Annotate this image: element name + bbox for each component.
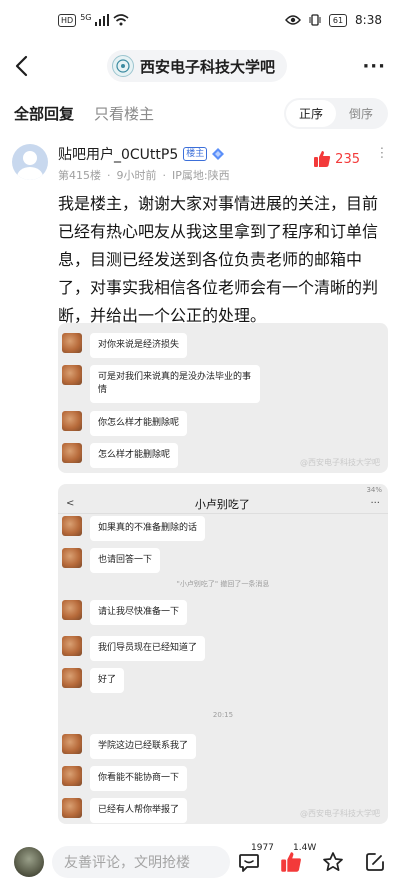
chat-avatar [62,636,82,656]
floor-number: 第415楼 [58,169,101,182]
thumbs-up-icon [281,852,301,872]
reply-filter-bar: 全部回复 只看楼主 正序 倒序 [0,92,400,134]
eye-icon [284,15,301,25]
comment-button[interactable]: 1977 [236,843,274,875]
tab-all-replies[interactable]: 全部回复 [14,103,74,124]
username[interactable]: 贴吧用户_0CUttP5 [58,144,178,164]
watermark: @西安电子科技大学吧 [300,458,380,467]
inner-battery: 34% [366,486,382,494]
post-content: 我是楼主，谢谢大家对事情进展的关注，目前已经有热心吧友从我这里拿到了程序和订单信… [58,194,379,325]
chat-message: 我们导员现在已经知道了 [90,636,206,661]
my-avatar[interactable] [14,847,44,877]
time-divider: 20:15 [212,711,234,719]
status-right: 61 8:38 [284,13,382,27]
chat-message: 也请回答一下 [90,548,161,573]
wifi-icon [113,14,130,26]
favorite-button[interactable] [320,849,346,875]
chat-message: 你看能不能协商一下 [90,766,188,791]
chat-avatar [62,411,82,431]
back-button[interactable] [14,54,38,78]
comment-icon [239,854,259,872]
post-header: 贴吧用户_0CUttP5 楼主 第415楼 · 9小时前 · IP属地:陕西 235 ·… [0,134,400,184]
chat-message: 你怎么样才能删除呢 [90,411,188,436]
forum-logo-icon [111,55,134,77]
like-count: 1.4W [293,843,317,853]
chat-message: 请让我尽快准备一下 [90,600,188,625]
chat-avatar [62,734,82,754]
hd-badge: HD [58,13,77,27]
forum-pill[interactable]: 西安电子科技大学吧 [106,50,287,82]
status-bar: HD 5G 61 8:38 [0,0,400,40]
chat-message: 学院这边已经联系我了 [90,734,197,759]
op-badge: 楼主 [183,147,208,161]
inner-chat-header: < 小卢别吃了 ··· [58,494,388,514]
avatar[interactable] [12,144,48,180]
order-asc-button[interactable]: 正序 [285,99,336,127]
chat-avatar [62,668,82,688]
status-left: HD 5G [58,12,130,27]
like-button[interactable]: 1.4W [278,843,316,875]
inner-status-bar: 34% [58,484,388,494]
chat-avatar [62,516,82,536]
inner-back-icon: < [66,498,75,509]
battery-indicator: 61 [328,13,348,27]
chat-avatar [62,443,82,463]
forum-name: 西安电子科技大学吧 [139,57,275,76]
comment-input[interactable]: 友善评论，文明抢楼 [52,846,230,878]
status-time: 8:38 [355,13,382,27]
level-diamond-icon [212,148,225,160]
chat-message: 怎么样才能删除呢 [90,443,179,468]
post-like-count: 235 [335,151,360,167]
inner-more-icon: ··· [370,498,380,509]
chat-avatar [62,600,82,620]
share-button[interactable] [362,849,388,875]
chat-message: 好了 [90,668,125,693]
top-nav: 西安电子科技大学吧 ··· [0,40,400,92]
order-desc-button[interactable]: 倒序 [336,100,386,127]
edit-icon [366,853,384,871]
vibrate-icon [309,14,321,26]
network-label: 5G [80,12,92,22]
recall-notice: "小卢别吃了" 撤回了一条消息 [176,580,270,588]
more-button[interactable]: ··· [356,56,386,77]
chat-avatar [62,766,82,786]
tab-only-op[interactable]: 只看楼主 [94,103,154,124]
chat-message: 已经有人帮你举报了 [90,798,188,823]
chat-avatar [62,365,82,385]
ip-location: IP属地:陕西 [172,169,230,182]
comment-count: 1977 [251,843,274,853]
post-options-icon[interactable]: ··· [373,146,389,159]
inner-chat-title: 小卢别吃了 [194,497,250,511]
watermark: @西安电子科技大学吧 [300,809,380,818]
chat-message: 可是对我们来说真的是没办法毕业的事情 [90,365,260,403]
post-like-button[interactable]: 235 [313,150,360,168]
bottom-action-bar: 友善评论，文明抢楼 1977 1.4W [0,836,400,888]
chat-screenshot-1[interactable]: 对你来说是经济损失 可是对我们来说真的是没办法毕业的事情 你怎么样才能删除呢 怎… [58,323,388,473]
chat-message: 如果真的不准备删除的话 [90,516,206,541]
chat-avatar [62,333,82,353]
post-meta: 第415楼 · 9小时前 · IP属地:陕西 [58,169,230,182]
signal-icon [95,14,110,26]
back-arrow-icon [15,55,28,77]
thumbs-up-icon [314,151,331,167]
star-icon [323,852,343,872]
chat-avatar [62,548,82,568]
sort-order-toggle: 正序 倒序 [283,97,388,129]
chat-message: 对你来说是经济损失 [90,333,188,358]
chat-screenshot-2[interactable]: 34% < 小卢别吃了 ··· 如果真的不准备删除的话 也请回答一下 "小卢别吃… [58,484,388,824]
post-time: 9小时前 [116,169,157,182]
chat-avatar [62,798,82,818]
